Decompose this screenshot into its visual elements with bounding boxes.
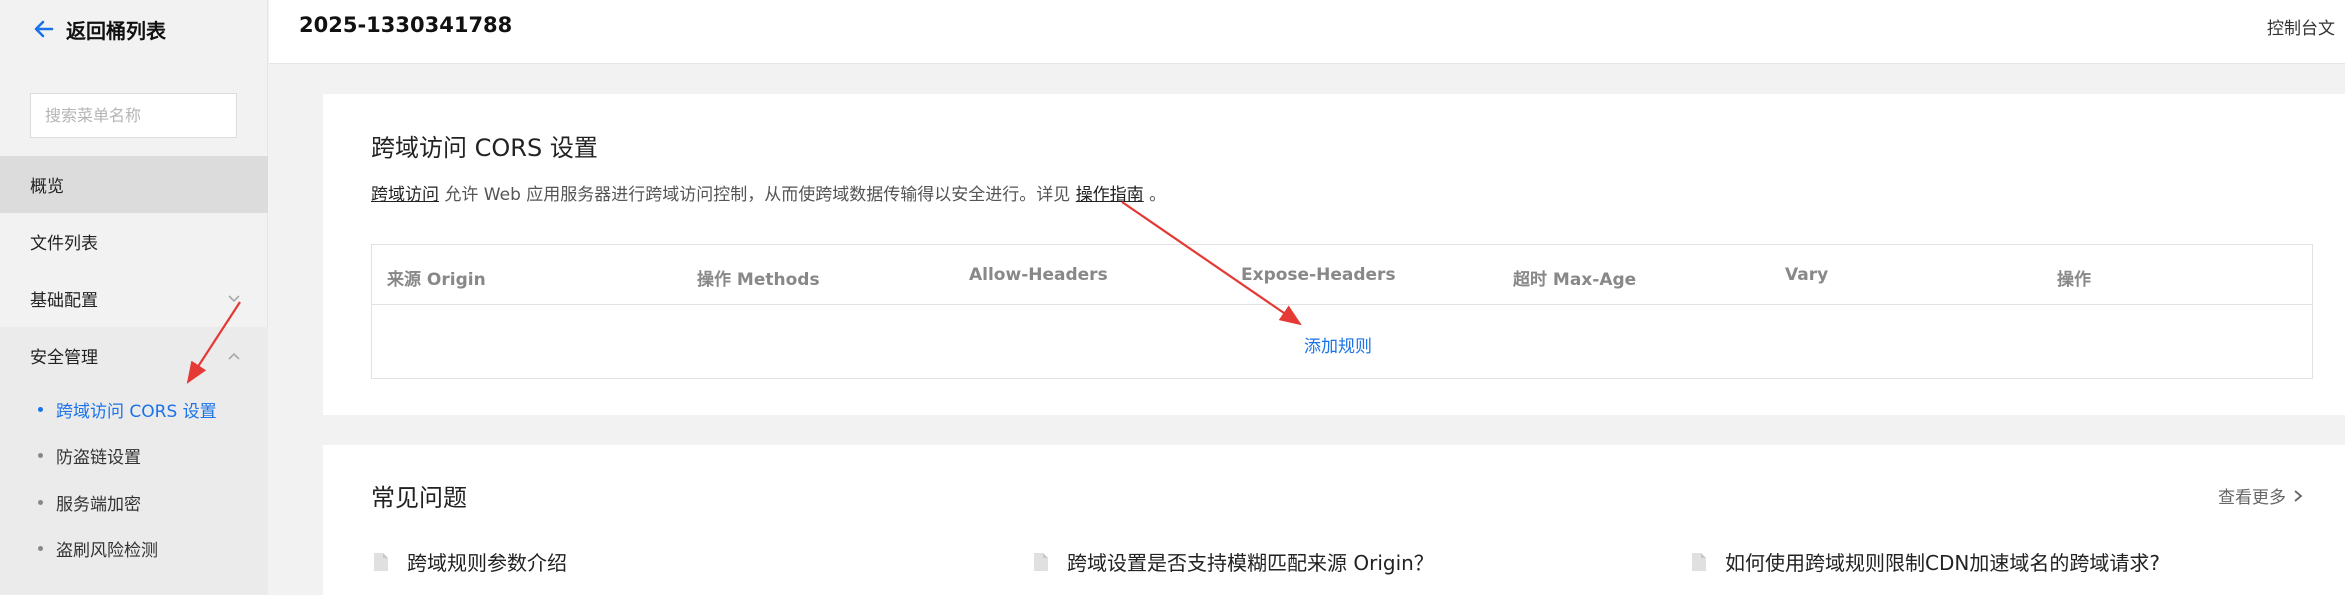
sidebar-subitem-hotlink[interactable]: 防盗链设置 — [0, 435, 268, 475]
column-vary: Vary — [1785, 265, 1829, 285]
faq-title: 常见问题 — [371, 484, 467, 512]
bullet-icon — [38, 452, 43, 458]
sidebar-item-label: 基础配置 — [30, 291, 98, 311]
sidebar-subitem-label: 服务端加密 — [56, 494, 141, 515]
document-icon — [1034, 552, 1048, 571]
add-rule-row: 添加规则 — [372, 332, 2312, 357]
bucket-name: 2025-1330341788 — [299, 13, 513, 37]
sidebar-item-file-list[interactable]: 文件列表 — [0, 213, 268, 270]
chevron-up-icon — [228, 352, 240, 360]
sidebar-item-overview[interactable]: 概览 — [0, 156, 268, 213]
operation-guide-link[interactable]: 操作指南 — [1076, 185, 1144, 205]
faq-item-label: 如何使用跨域规则限制CDN加速域名的跨域请求? — [1725, 551, 2160, 575]
sidebar-subitem-cors[interactable]: 跨域访问 CORS 设置 — [0, 389, 268, 429]
cors-description-end: 。 — [1143, 185, 1167, 205]
menu-search-input[interactable] — [45, 106, 245, 125]
sidebar-item-label: 文件列表 — [30, 234, 98, 254]
sidebar-item-label: 概览 — [30, 177, 64, 197]
cors-description-text: 允许 Web 应用服务器进行跨域访问控制，从而使跨域数据传输得以安全进行。详见 — [439, 185, 1076, 205]
sidebar-item-security[interactable]: 安全管理 — [0, 327, 268, 384]
cross-origin-link[interactable]: 跨域访问 — [371, 185, 439, 205]
top-bar: 2025-1330341788 — [269, 0, 2345, 64]
chevron-down-icon — [228, 295, 240, 303]
bullet-icon — [38, 499, 43, 505]
back-label: 返回桶列表 — [66, 18, 166, 43]
cors-description: 跨域访问 允许 Web 应用服务器进行跨域访问控制，从而使跨域数据传输得以安全进… — [371, 180, 1166, 205]
menu-search-box — [30, 93, 245, 138]
sidebar-item-basic-config[interactable]: 基础配置 — [0, 270, 268, 327]
sidebar-subitem-label: 防盗链设置 — [56, 447, 141, 468]
column-allow-headers: Allow-Headers — [969, 265, 1108, 285]
column-actions: 操作 — [2057, 270, 2091, 290]
security-management-group: 安全管理 跨域访问 CORS 设置 防盗链设置 服务端加密 盗刷风险检测 — [0, 327, 268, 595]
column-expose-headers: Expose-Headers — [1241, 265, 1396, 285]
faq-item-label: 跨域规则参数介绍 — [407, 551, 567, 575]
arrow-left-icon — [34, 20, 54, 38]
sidebar-item-label: 安全管理 — [30, 348, 98, 368]
sidebar-subitem-risk-detection[interactable]: 盗刷风险检测 — [0, 528, 268, 568]
back-to-bucket-list-button[interactable]: 返回桶列表 — [32, 14, 166, 44]
cors-settings-card: 跨域访问 CORS 设置 跨域访问 允许 Web 应用服务器进行跨域访问控制，从… — [323, 94, 2345, 415]
sidebar-subitem-encryption[interactable]: 服务端加密 — [0, 482, 268, 522]
column-max-age: 超时 Max-Age — [1513, 270, 1637, 290]
cors-rules-table: 来源 Origin 操作 Methods Allow-Headers Expos… — [371, 244, 2313, 379]
view-more-link[interactable]: 查看更多 — [2218, 483, 2304, 508]
sidebar-subitem-label: 跨域访问 CORS 设置 — [56, 401, 217, 422]
add-rule-button[interactable]: 添加规则 — [1304, 337, 1372, 357]
view-more-label: 查看更多 — [2218, 488, 2286, 508]
faq-card: 常见问题 查看更多 跨域规则参数介绍 跨域设置是否支持模糊匹配来源 Origin… — [323, 445, 2345, 595]
faq-item[interactable]: 如何使用跨域规则限制CDN加速域名的跨域请求? — [1691, 547, 2160, 576]
column-methods: 操作 Methods — [697, 270, 820, 290]
sidebar-subitem-label: 盗刷风险检测 — [56, 540, 158, 561]
bullet-icon — [38, 406, 43, 412]
faq-item[interactable]: 跨域规则参数介绍 — [373, 547, 567, 576]
document-icon — [1692, 552, 1706, 571]
table-header: 来源 Origin 操作 Methods Allow-Headers Expos… — [372, 245, 2312, 305]
cors-title: 跨域访问 CORS 设置 — [371, 134, 598, 162]
sidebar: 返回桶列表 概览 文件列表 基础配置 安全管理 跨域访问 CORS 设置 — [0, 0, 268, 595]
bullet-icon — [38, 545, 43, 551]
console-docs-link[interactable]: 控制台文 — [2267, 14, 2335, 39]
faq-item-label: 跨域设置是否支持模糊匹配来源 Origin？ — [1067, 551, 1434, 575]
faq-item[interactable]: 跨域设置是否支持模糊匹配来源 Origin？ — [1033, 547, 1434, 576]
document-icon — [374, 552, 388, 571]
chevron-right-icon — [2294, 489, 2303, 502]
column-origin: 来源 Origin — [387, 270, 486, 290]
